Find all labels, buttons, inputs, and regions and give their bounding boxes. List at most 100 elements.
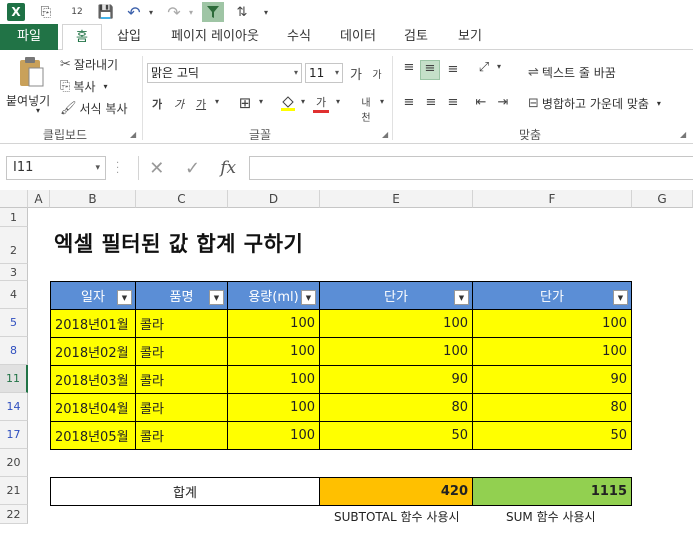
row-header[interactable]: 22 <box>0 505 28 524</box>
row-header[interactable]: 4 <box>0 281 28 309</box>
table-cell[interactable]: 100 <box>472 309 632 338</box>
alignment-launcher-icon[interactable]: ◢ <box>680 130 686 139</box>
font-name-select[interactable]: 맑은 고딕 ▾ <box>147 63 302 83</box>
increase-font-icon[interactable]: 가 <box>348 64 364 83</box>
sort-icon[interactable]: ⇅ <box>232 2 252 22</box>
font-color-icon[interactable]: 가 <box>313 94 329 113</box>
row-header[interactable]: 21 <box>0 477 28 505</box>
table-cell[interactable]: 100 <box>319 337 473 366</box>
align-middle-icon[interactable]: ≡ <box>420 60 440 80</box>
tab-formulas[interactable]: 수식 <box>278 24 320 50</box>
table-cell[interactable]: 콜라 <box>135 365 228 394</box>
font-color-dropdown-icon[interactable]: ▾ <box>333 97 343 106</box>
align-top-icon[interactable]: ≡ <box>400 60 418 75</box>
copy-button[interactable]: ⎘ 복사 ▾ <box>60 78 108 95</box>
table-cell[interactable]: 100 <box>227 393 320 422</box>
filter-dropdown-icon[interactable]: ▼ <box>117 290 132 305</box>
formula-input[interactable] <box>249 156 693 180</box>
row-header[interactable]: 17 <box>0 421 28 449</box>
table-cell[interactable]: 50 <box>319 421 473 450</box>
formula-bar-grip-icon[interactable]: · · · <box>116 159 119 179</box>
tab-view[interactable]: 보기 <box>448 24 492 50</box>
header-cell[interactable]: 단가 ▼ <box>472 281 632 310</box>
table-cell[interactable]: 100 <box>227 365 320 394</box>
paste-dropdown-icon[interactable]: ▾ <box>36 106 40 115</box>
row-header-selected[interactable]: 11 <box>0 365 28 393</box>
phonetic-dropdown-icon[interactable]: ▾ <box>377 97 387 106</box>
tab-home[interactable]: 홈 <box>62 24 102 51</box>
tab-page-layout[interactable]: 페이지 레이아웃 <box>160 24 270 50</box>
underline-icon[interactable]: 가 <box>194 96 208 112</box>
redo-icon[interactable]: ↷ <box>164 2 184 22</box>
calendar-icon[interactable]: 12 <box>66 2 88 22</box>
table-cell[interactable]: 콜라 <box>135 309 228 338</box>
row-header[interactable]: 5 <box>0 309 28 337</box>
table-cell[interactable]: 2018년05월 <box>50 421 136 450</box>
row-header[interactable]: 14 <box>0 393 28 421</box>
table-cell[interactable]: 90 <box>319 365 473 394</box>
name-box[interactable]: I11 ▾ <box>6 156 106 180</box>
fill-color-icon[interactable] <box>278 94 298 116</box>
copy-dropdown-icon[interactable]: ▾ <box>104 82 108 91</box>
align-center-icon[interactable]: ≡ <box>422 95 440 110</box>
increase-indent-icon[interactable]: ⇥ <box>494 95 512 110</box>
undo-dropdown-icon[interactable]: ▾ <box>146 2 156 22</box>
table-cell[interactable]: 2018년03월 <box>50 365 136 394</box>
header-cell[interactable]: 품명 ▼ <box>135 281 228 310</box>
fill-dropdown-icon[interactable]: ▾ <box>298 97 308 106</box>
border-dropdown-icon[interactable]: ▾ <box>256 97 266 106</box>
tab-insert[interactable]: 삽입 <box>108 24 150 50</box>
table-cell[interactable]: 콜라 <box>135 393 228 422</box>
column-header[interactable]: A <box>28 190 50 208</box>
align-left-icon[interactable]: ≡ <box>400 95 418 110</box>
table-cell[interactable]: 50 <box>472 421 632 450</box>
column-header[interactable]: C <box>136 190 228 208</box>
border-icon[interactable]: ⊞ <box>236 94 254 112</box>
merge-center-button[interactable]: ⊟ 병합하고 가운데 맞춤 ▾ <box>528 95 661 112</box>
clipboard-launcher-icon[interactable]: ◢ <box>130 130 136 139</box>
table-cell[interactable]: 100 <box>472 337 632 366</box>
orientation-dropdown-icon[interactable]: ▾ <box>494 62 504 71</box>
column-header[interactable]: F <box>473 190 632 208</box>
table-cell[interactable]: 100 <box>227 309 320 338</box>
font-size-select[interactable]: 11 ▾ <box>305 63 343 83</box>
redo-dropdown-icon[interactable]: ▾ <box>186 2 196 22</box>
filter-dropdown-icon[interactable]: ▼ <box>454 290 469 305</box>
align-right-icon[interactable]: ≡ <box>444 95 462 110</box>
copy-sheet-icon[interactable]: ⎘ <box>36 2 56 22</box>
wrap-text-button[interactable]: ⇌ 텍스트 줄 바꿈 <box>528 64 616 81</box>
underline-dropdown-icon[interactable]: ▾ <box>212 97 222 106</box>
italic-icon[interactable]: 가 <box>172 96 186 112</box>
format-painter-button[interactable]: 🖌 서식 복사 <box>60 100 128 117</box>
tab-file[interactable]: 파일 <box>0 24 58 50</box>
filter-dropdown-icon[interactable]: ▼ <box>613 290 628 305</box>
row-header[interactable]: 2 <box>0 227 28 264</box>
paste-icon[interactable] <box>16 56 46 88</box>
table-cell[interactable]: 2018년01월 <box>50 309 136 338</box>
column-header[interactable]: D <box>228 190 320 208</box>
orientation-icon[interactable]: ⤢ <box>474 60 494 75</box>
table-cell[interactable]: 콜라 <box>135 421 228 450</box>
table-cell[interactable]: 100 <box>319 309 473 338</box>
header-cell[interactable]: 단가 ▼ <box>319 281 473 310</box>
header-cell[interactable]: 일자 ▼ <box>50 281 136 310</box>
bold-icon[interactable]: 가 <box>150 96 164 112</box>
row-header[interactable]: 3 <box>0 264 28 281</box>
cancel-icon[interactable]: ✕ <box>139 158 175 179</box>
row-header[interactable]: 20 <box>0 449 28 477</box>
table-cell[interactable]: 80 <box>319 393 473 422</box>
sum-label-cell[interactable]: 합계 <box>50 477 320 506</box>
table-cell[interactable]: 2018년02월 <box>50 337 136 366</box>
filter-dropdown-icon[interactable]: ▼ <box>301 290 316 305</box>
row-header[interactable]: 1 <box>0 208 28 227</box>
select-all-corner[interactable] <box>0 190 28 208</box>
paste-button[interactable]: 붙여넣기 <box>6 92 50 109</box>
subtotal-result-cell[interactable]: 420 <box>319 477 473 506</box>
insert-function-icon[interactable]: fx <box>210 158 246 178</box>
header-cell[interactable]: 용량(ml) ▼ <box>227 281 320 310</box>
filter-applied-icon[interactable]: ▼ <box>209 290 224 305</box>
column-header[interactable]: B <box>50 190 136 208</box>
tab-data[interactable]: 데이터 <box>330 24 386 50</box>
column-header[interactable]: E <box>320 190 473 208</box>
cut-button[interactable]: ✂ 잘라내기 <box>60 56 118 73</box>
